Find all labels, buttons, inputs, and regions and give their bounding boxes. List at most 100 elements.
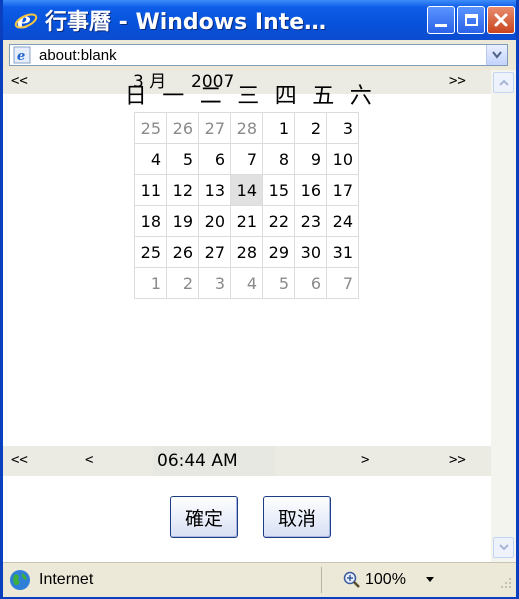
zoom-label: 100%: [365, 571, 406, 588]
calendar-day[interactable]: 21: [230, 205, 263, 237]
resize-grip[interactable]: [498, 574, 512, 593]
time-field[interactable]: 06:44 AM: [153, 446, 275, 476]
chevron-down-icon: [498, 544, 509, 551]
address-text: about:blank: [39, 46, 117, 64]
calendar-day[interactable]: 31: [326, 236, 359, 268]
maximize-button[interactable]: [457, 6, 485, 34]
calendar-week-row: 1234567: [134, 267, 359, 299]
scroll-up-button[interactable]: [493, 72, 514, 93]
title-bar[interactable]: e 行事曆 - Windows Inte…: [3, 0, 516, 40]
calendar-day[interactable]: 1: [262, 112, 295, 144]
calendar-day[interactable]: 6: [198, 143, 231, 175]
calendar-day[interactable]: 11: [134, 174, 167, 206]
calendar-day[interactable]: 9: [294, 143, 327, 175]
weekday-label: 四: [274, 84, 297, 109]
calendar-day[interactable]: 2: [294, 112, 327, 144]
time-prev-big-button[interactable]: <<: [11, 452, 28, 468]
calendar-week-row: 25 26 27 28 1 2 3: [134, 112, 359, 144]
browser-window: e 行事曆 - Windows Inte… e about:blank << 3…: [0, 0, 519, 599]
time-value: 06:44 AM: [157, 451, 238, 471]
weekday-label: 三: [237, 84, 260, 109]
chevron-down-icon: [492, 51, 502, 59]
zone-label: Internet: [39, 571, 94, 588]
page-icon: e: [13, 46, 31, 64]
calendar-day[interactable]: 20: [198, 205, 231, 237]
scroll-down-button[interactable]: [493, 537, 514, 558]
calendar-day[interactable]: 18: [134, 205, 167, 237]
calendar-week-row: 18 19 20 21 22 23 24: [134, 205, 359, 237]
maximize-icon: [464, 14, 478, 26]
address-field[interactable]: e about:blank: [9, 44, 508, 66]
chevron-up-icon: [498, 79, 509, 86]
minimize-icon: [435, 23, 447, 27]
calendar-day[interactable]: 12: [166, 174, 199, 206]
calendar-day[interactable]: 24: [326, 205, 359, 237]
calendar-day[interactable]: 30: [294, 236, 327, 268]
time-next-big-button[interactable]: >>: [449, 452, 466, 468]
address-bar: e about:blank: [3, 40, 516, 70]
calendar-day[interactable]: 8: [262, 143, 295, 175]
weekday-label: 二: [199, 84, 222, 109]
calendar-day[interactable]: 27: [198, 112, 231, 144]
calendar-day[interactable]: 26: [166, 236, 199, 268]
ok-button[interactable]: 確定: [170, 496, 238, 538]
calendar-day[interactable]: 23: [294, 205, 327, 237]
calendar-day[interactable]: 25: [134, 236, 167, 268]
calendar-day[interactable]: 17: [326, 174, 359, 206]
calendar-week-row: 25 26 27 28 29 30 31: [134, 236, 359, 268]
vertical-scrollbar[interactable]: [491, 70, 516, 562]
chevron-down-icon: [425, 577, 434, 582]
calendar-page: << 3 月 2007 >> 日一二三四五六 25 26 27 28 1 2 3 4 5 6 7 8 9…: [3, 70, 491, 562]
calendar-day[interactable]: 1: [134, 267, 167, 299]
calendar-day[interactable]: 25: [134, 112, 167, 144]
weekday-header: 日一二三四五六: [117, 78, 380, 110]
calendar-day[interactable]: 4: [134, 143, 167, 175]
svg-text:e: e: [17, 49, 25, 64]
resize-grip-icon: [501, 578, 511, 588]
calendar-day[interactable]: 26: [166, 112, 199, 144]
calendar-day[interactable]: 3: [198, 267, 231, 299]
minimize-button[interactable]: [427, 6, 455, 34]
calendar-day[interactable]: 28: [230, 112, 263, 144]
calendar-day[interactable]: 28: [230, 236, 263, 268]
calendar-day[interactable]: 27: [198, 236, 231, 268]
time-prev-small-button[interactable]: <: [85, 452, 93, 468]
calendar-day[interactable]: 7: [230, 143, 263, 175]
weekday-label: 六: [349, 84, 372, 109]
calendar-day[interactable]: 3: [326, 112, 359, 144]
window-title: 行事曆 - Windows Inte…: [45, 10, 327, 35]
weekday-label: 一: [162, 84, 185, 109]
calendar-day[interactable]: 22: [262, 205, 295, 237]
weekday-label: 日: [124, 84, 147, 109]
calendar-day[interactable]: 4: [230, 267, 263, 299]
calendar-week-row: 11 12 13 14 15 16 17: [134, 174, 359, 206]
calendar-day[interactable]: 2: [166, 267, 199, 299]
zoom-control[interactable]: 100%: [343, 563, 434, 597]
close-button[interactable]: [487, 6, 515, 34]
calendar-day[interactable]: 7: [326, 267, 359, 299]
calendar-day[interactable]: 6: [294, 267, 327, 299]
ie-logo-icon: e: [13, 7, 39, 33]
calendar-grid: 25 26 27 28 1 2 3 4 5 6 7 8 9 10 11 12 13 14 15 16 17 18 19 20 2…: [134, 112, 359, 299]
calendar-week-row: 4 5 6 7 8 9 10: [134, 143, 359, 175]
calendar-day[interactable]: 5: [166, 143, 199, 175]
time-next-small-button[interactable]: >: [361, 452, 369, 468]
calendar-day[interactable]: 13: [198, 174, 231, 206]
time-nav-row: << < 06:44 AM > >>: [3, 446, 491, 476]
cancel-button[interactable]: 取消: [263, 496, 331, 538]
calendar-day[interactable]: 5: [262, 267, 295, 299]
security-zone[interactable]: Internet: [9, 563, 93, 597]
calendar-day[interactable]: 10: [326, 143, 359, 175]
calendar-day[interactable]: 29: [262, 236, 295, 268]
calendar-day[interactable]: 15: [262, 174, 295, 206]
close-icon: [494, 13, 508, 27]
address-dropdown-button[interactable]: [486, 45, 507, 65]
calendar-day[interactable]: 19: [166, 205, 199, 237]
calendar-day-today[interactable]: 14: [230, 174, 263, 206]
globe-icon: [10, 570, 30, 590]
calendar-day[interactable]: 16: [294, 174, 327, 206]
weekday-label: 五: [312, 84, 335, 109]
zoom-icon: [343, 571, 360, 588]
next-month-button[interactable]: >>: [449, 73, 466, 89]
prev-month-button[interactable]: <<: [11, 73, 28, 89]
